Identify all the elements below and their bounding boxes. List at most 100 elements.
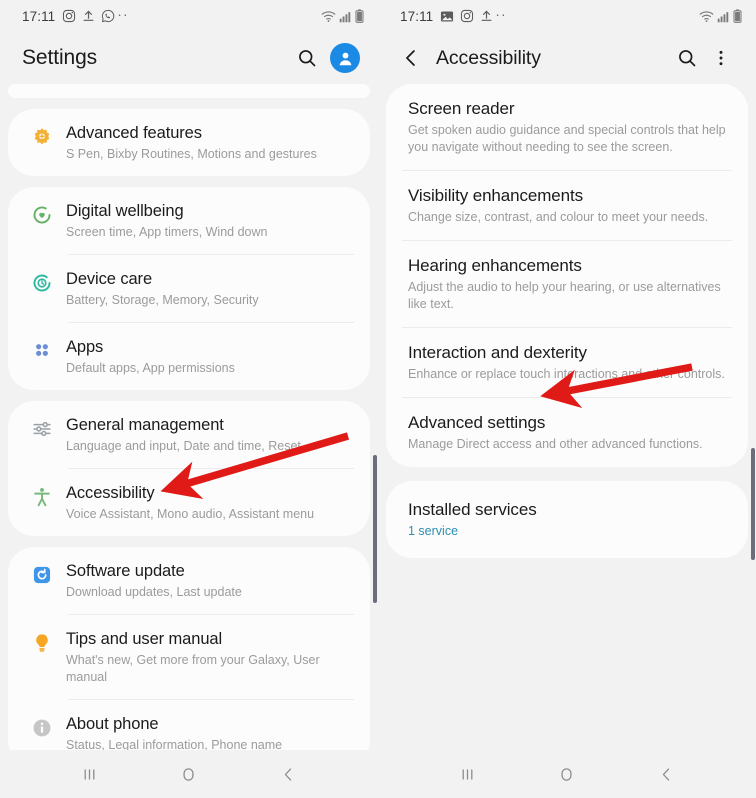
list-item[interactable]: Tips and user manual What's new, Get mor… <box>8 615 370 699</box>
home-button[interactable] <box>544 754 590 794</box>
list-item-title: Visibility enhancements <box>408 186 584 205</box>
about-phone-icon <box>22 713 62 739</box>
back-chevron-icon <box>406 50 415 66</box>
status-notification-icons <box>62 9 115 23</box>
settings-group-clipped <box>8 84 370 98</box>
status-bar-left: 17:11 ·· <box>0 0 378 32</box>
list-item[interactable]: Advanced features S Pen, Bixby Routines,… <box>8 109 370 176</box>
battery-icon <box>355 9 364 23</box>
status-time: 17:11 <box>22 8 56 24</box>
upload-icon <box>83 10 94 21</box>
back-button[interactable] <box>400 47 422 69</box>
home-icon <box>561 767 573 781</box>
status-notification-icons <box>440 9 493 23</box>
accessibility-header: Accessibility <box>378 32 756 84</box>
settings-group-wellbeing: Digital wellbeing Screen time, App timer… <box>8 187 370 390</box>
installed-services-count: 1 service <box>408 524 459 538</box>
instagram-icon <box>461 9 474 23</box>
home-icon <box>183 767 195 781</box>
signal-icon <box>717 11 729 22</box>
whatsapp-icon <box>102 9 115 23</box>
list-item-subtitle: Enhance or replace touch interactions an… <box>408 367 725 381</box>
list-item-title: Device care <box>66 270 153 288</box>
back-button[interactable] <box>265 754 311 794</box>
list-item-accessibility[interactable]: Accessibility Voice Assistant, Mono audi… <box>8 469 370 536</box>
list-item-subtitle: Screen time, App timers, Wind down <box>66 225 268 239</box>
list-item-subtitle: What's new, Get more from your Galaxy, U… <box>66 653 320 684</box>
accessibility-group-installed: Installed services 1 service <box>386 481 748 558</box>
status-overflow-dots: ·· <box>495 5 507 22</box>
list-item[interactable]: Apps Default apps, App permissions <box>8 323 370 390</box>
list-item-subtitle: Get spoken audio guidance and special co… <box>408 123 726 154</box>
digital-wellbeing-icon <box>22 200 62 226</box>
status-time: 17:11 <box>400 8 434 24</box>
search-icon <box>299 50 316 67</box>
navigation-bar-right <box>378 750 756 798</box>
list-item-subtitle: Status, Legal information, Phone name <box>66 738 283 750</box>
instagram-icon <box>63 9 76 23</box>
back-button[interactable] <box>643 754 689 794</box>
list-item-title: Interaction and dexterity <box>408 343 587 362</box>
avatar[interactable] <box>330 43 360 73</box>
scrollbar-thumb-left[interactable] <box>373 455 377 603</box>
home-button[interactable] <box>166 754 212 794</box>
wifi-icon <box>321 10 336 22</box>
signal-icon <box>339 11 351 22</box>
wifi-icon <box>699 10 714 22</box>
list-item[interactable]: Installed services 1 service <box>386 481 748 558</box>
accessibility-panel: 17:11 ·· Accessibility Screen reader Get… <box>378 0 756 750</box>
list-item-title: Advanced features <box>66 124 202 142</box>
settings-scroll-body[interactable]: Advanced features S Pen, Bixby Routines,… <box>0 84 378 750</box>
list-item-title: Software update <box>66 562 185 580</box>
search-button[interactable] <box>670 41 704 75</box>
back-icon <box>662 767 669 781</box>
recents-button[interactable] <box>445 754 491 794</box>
list-item-subtitle: Adjust the audio to help your hearing, o… <box>408 280 721 311</box>
accessibility-scroll-body[interactable]: Screen reader Get spoken audio guidance … <box>378 84 756 558</box>
navigation-bar <box>0 750 756 798</box>
list-item[interactable]: Interaction and dexterity Enhance or rep… <box>386 328 748 397</box>
list-item[interactable]: Software update Download updates, Last u… <box>8 547 370 614</box>
list-item-title: Installed services <box>408 500 537 519</box>
overflow-menu-icon <box>719 50 723 66</box>
status-system-icons <box>321 9 364 23</box>
list-item-subtitle: S Pen, Bixby Routines, Motions and gestu… <box>66 147 317 161</box>
page-title: Settings <box>22 46 98 69</box>
list-item-title: Screen reader <box>408 99 515 118</box>
list-item-title: Hearing enhancements <box>408 256 582 275</box>
list-item-subtitle: Default apps, App permissions <box>66 361 235 375</box>
recents-button[interactable] <box>67 754 113 794</box>
list-item-subtitle: Voice Assistant, Mono audio, Assistant m… <box>66 507 315 521</box>
list-item[interactable]: Device care Battery, Storage, Memory, Se… <box>8 255 370 322</box>
search-button[interactable] <box>290 41 324 75</box>
list-item[interactable]: General management Language and input, D… <box>8 401 370 468</box>
accessibility-group-main: Screen reader Get spoken audio guidance … <box>386 84 748 467</box>
list-item-subtitle: Language and input, Date and time, Reset <box>66 439 301 453</box>
list-item[interactable]: Visibility enhancements Change size, con… <box>386 171 748 240</box>
gallery-icon <box>441 10 454 22</box>
search-icon <box>679 50 696 67</box>
page-title: Accessibility <box>436 46 541 69</box>
list-item-title: Advanced settings <box>408 413 546 432</box>
list-item[interactable]: Hearing enhancements Adjust the audio to… <box>386 241 748 327</box>
settings-panel: 17:11 ·· Settings Advanced features S Pe… <box>0 0 378 750</box>
back-icon <box>284 767 291 781</box>
battery-icon <box>733 9 742 23</box>
general-management-icon <box>22 414 62 440</box>
list-item[interactable]: Digital wellbeing Screen time, App timer… <box>8 187 370 254</box>
status-overflow-dots: ·· <box>117 5 129 22</box>
software-update-icon <box>22 560 62 586</box>
device-care-icon <box>22 268 62 294</box>
apps-icon <box>22 336 62 360</box>
upload-icon <box>481 10 492 21</box>
settings-group-about: Software update Download updates, Last u… <box>8 547 370 750</box>
tips-icon <box>22 628 62 654</box>
status-system-icons <box>699 9 742 23</box>
scrollbar-thumb-right[interactable] <box>751 448 755 560</box>
list-item[interactable]: About phone Status, Legal information, P… <box>8 700 370 750</box>
list-item[interactable]: Screen reader Get spoken audio guidance … <box>386 84 748 170</box>
list-item-advanced-settings[interactable]: Advanced settings Manage Direct access a… <box>386 398 748 467</box>
overflow-menu-button[interactable] <box>704 41 738 75</box>
settings-header: Settings <box>0 32 378 84</box>
settings-group-general: General management Language and input, D… <box>8 401 370 536</box>
